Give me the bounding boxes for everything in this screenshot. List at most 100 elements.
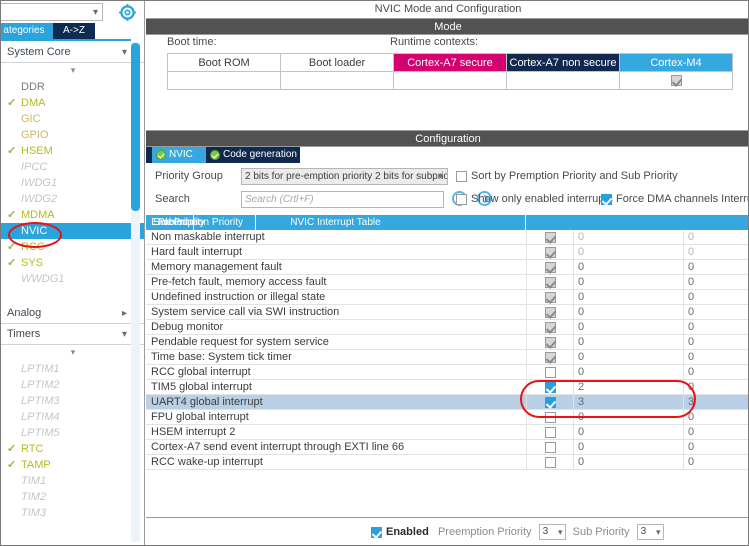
- priority-group-select[interactable]: 2 bits for pre-emption priority 2 bits f…: [241, 168, 448, 185]
- sidebar-item-lptim1[interactable]: LPTIM1: [1, 361, 144, 377]
- sidebar-group-system-core[interactable]: System Core ▾: [1, 42, 144, 63]
- row-preemption[interactable]: 0: [574, 365, 684, 380]
- row-enabled-checkbox[interactable]: [544, 306, 556, 318]
- row-enabled-cell[interactable]: [526, 245, 574, 260]
- row-enabled-checkbox[interactable]: [544, 381, 556, 393]
- mode-col-cortex-a7-non-secure[interactable]: Cortex-A7 non secure: [506, 53, 620, 72]
- sidebar-item-tamp[interactable]: ✓ TAMP: [1, 457, 144, 473]
- footer-preemption-select[interactable]: 3 ▾: [538, 524, 566, 540]
- row-enabled-checkbox[interactable]: [544, 231, 556, 243]
- list-scroll-up-indicator[interactable]: ▾: [1, 63, 144, 79]
- gear-icon[interactable]: [119, 4, 136, 21]
- mode-cell-cortex-a7-non-secure[interactable]: [506, 71, 620, 90]
- row-enabled-cell[interactable]: [526, 305, 574, 320]
- sidebar-group-timers[interactable]: Timers ▾: [1, 324, 144, 345]
- sidebar-peripheral-list[interactable]: System Core ▾ ▾ DDR ✓ DMA GIC GPIO ✓ HSE…: [1, 42, 144, 545]
- row-sub[interactable]: 0: [684, 275, 748, 290]
- footer-sub-select[interactable]: 3 ▾: [636, 524, 664, 540]
- row-sub[interactable]: 0: [684, 410, 748, 425]
- table-row[interactable]: Debug monitor 0 0: [146, 320, 748, 335]
- column-header-sub-priority[interactable]: Sub Priority: [146, 215, 212, 230]
- row-enabled-checkbox[interactable]: [544, 246, 556, 258]
- row-enabled-cell[interactable]: [526, 425, 574, 440]
- mode-col-cortex-m4[interactable]: Cortex-M4: [619, 53, 733, 72]
- row-enabled-cell[interactable]: [526, 275, 574, 290]
- row-preemption[interactable]: 0: [574, 335, 684, 350]
- table-row[interactable]: HSEM interrupt 2 0 0: [146, 425, 748, 440]
- table-row[interactable]: Hard fault interrupt 0 0: [146, 245, 748, 260]
- sidebar-item-hsem[interactable]: ✓ HSEM: [1, 143, 144, 159]
- row-preemption[interactable]: 0: [574, 275, 684, 290]
- row-preemption[interactable]: 0: [574, 320, 684, 335]
- sidebar-item-gpio[interactable]: GPIO: [1, 127, 144, 143]
- interrupt-table-body[interactable]: Non maskable interrupt 0 0 Hard fault in…: [146, 230, 748, 492]
- row-enabled-cell[interactable]: [526, 260, 574, 275]
- row-enabled-cell[interactable]: [526, 290, 574, 305]
- row-enabled-cell[interactable]: [526, 350, 574, 365]
- row-sub[interactable]: 0: [684, 230, 748, 245]
- footer-enabled-checkbox[interactable]: [371, 526, 382, 538]
- tab-a-to-z[interactable]: A->Z: [53, 23, 95, 39]
- row-sub[interactable]: 3: [684, 395, 748, 410]
- row-preemption[interactable]: 0: [574, 245, 684, 260]
- row-preemption[interactable]: 2: [574, 380, 684, 395]
- row-sub[interactable]: 0: [684, 380, 748, 395]
- row-enabled-cell[interactable]: [526, 455, 574, 470]
- tab-code-generation[interactable]: Code generation: [206, 147, 300, 163]
- sidebar-item-lptim5[interactable]: LPTIM5: [1, 425, 144, 441]
- row-sub[interactable]: 0: [684, 455, 748, 470]
- table-row[interactable]: FPU global interrupt 0 0: [146, 410, 748, 425]
- sidebar-item-wwdg1[interactable]: WWDG1: [1, 271, 144, 287]
- sort-by-priority-checkbox[interactable]: [456, 170, 467, 182]
- cortex-m4-checkbox[interactable]: [670, 75, 682, 87]
- sidebar-item-dma[interactable]: ✓ DMA: [1, 95, 144, 111]
- sidebar-item-mdma[interactable]: ✓ MDMA: [1, 207, 144, 223]
- table-row[interactable]: Memory management fault 0 0: [146, 260, 748, 275]
- row-enabled-cell[interactable]: [526, 395, 574, 410]
- sidebar-item-ddr[interactable]: DDR: [1, 79, 144, 95]
- mcu-selector-combobox[interactable]: ▾: [1, 3, 103, 21]
- table-row[interactable]: UART4 global interrupt 3 3: [146, 395, 748, 410]
- row-enabled-cell[interactable]: [526, 380, 574, 395]
- row-preemption[interactable]: 0: [574, 425, 684, 440]
- sidebar-group-analog[interactable]: Analog ▸: [1, 303, 144, 324]
- sidebar-item-tim2[interactable]: TIM2: [1, 489, 144, 505]
- show-only-enabled-option[interactable]: Show only enabled interrupts: [456, 193, 613, 205]
- mode-cell-cortex-a7-secure[interactable]: [393, 71, 507, 90]
- sidebar-item-iwdg2[interactable]: IWDG2: [1, 191, 144, 207]
- mode-col-cortex-a7-secure[interactable]: Cortex-A7 secure: [393, 53, 507, 72]
- row-sub[interactable]: 0: [684, 365, 748, 380]
- sidebar-item-tim3[interactable]: TIM3: [1, 505, 144, 521]
- show-only-enabled-checkbox[interactable]: [456, 193, 467, 205]
- row-preemption[interactable]: 0: [574, 230, 684, 245]
- force-dma-checkbox[interactable]: [601, 193, 612, 205]
- row-enabled-cell[interactable]: [526, 410, 574, 425]
- sidebar-item-rtc[interactable]: ✓ RTC: [1, 441, 144, 457]
- sidebar-item-ipcc[interactable]: IPCC: [1, 159, 144, 175]
- row-enabled-checkbox[interactable]: [544, 351, 556, 363]
- row-sub[interactable]: 0: [684, 440, 748, 455]
- row-enabled-cell[interactable]: [526, 230, 574, 245]
- row-enabled-checkbox[interactable]: [544, 411, 556, 423]
- table-row[interactable]: Non maskable interrupt 0 0: [146, 230, 748, 245]
- row-sub[interactable]: 0: [684, 320, 748, 335]
- table-row[interactable]: System service call via SWI instruction …: [146, 305, 748, 320]
- force-dma-option[interactable]: Force DMA channels Interrupts: [601, 193, 748, 205]
- mode-col-boot-rom[interactable]: Boot ROM: [167, 53, 281, 72]
- row-preemption[interactable]: 0: [574, 410, 684, 425]
- sidebar-item-gic[interactable]: GIC: [1, 111, 144, 127]
- sort-by-priority-option[interactable]: Sort by Premption Priority and Sub Prior…: [456, 170, 678, 182]
- mode-col-boot-loader[interactable]: Boot loader: [280, 53, 394, 72]
- search-input[interactable]: Search (Crtl+F): [241, 191, 444, 208]
- row-sub[interactable]: 0: [684, 290, 748, 305]
- row-sub[interactable]: 0: [684, 245, 748, 260]
- sidebar-item-lptim3[interactable]: LPTIM3: [1, 393, 144, 409]
- table-row[interactable]: Cortex-A7 send event interrupt through E…: [146, 440, 748, 455]
- row-sub[interactable]: 0: [684, 335, 748, 350]
- sidebar-item-sys[interactable]: ✓ SYS: [1, 255, 144, 271]
- tab-categories[interactable]: ategories: [1, 23, 53, 39]
- table-row[interactable]: Pre-fetch fault, memory access fault 0 0: [146, 275, 748, 290]
- row-enabled-cell[interactable]: [526, 335, 574, 350]
- row-enabled-checkbox[interactable]: [544, 426, 556, 438]
- row-sub[interactable]: 0: [684, 260, 748, 275]
